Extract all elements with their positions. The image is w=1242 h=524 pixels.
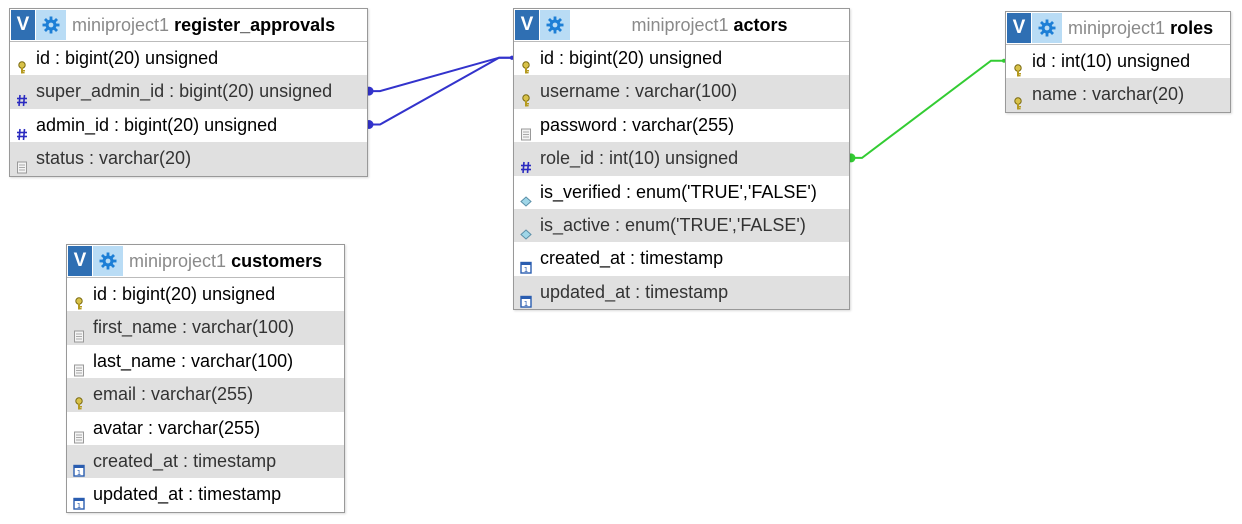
column-label: email : varchar(255) [93, 384, 254, 405]
table-title[interactable]: miniproject1 customers [129, 245, 338, 277]
column-row[interactable]: id : bigint(20) unsigned [67, 278, 344, 311]
primary-key-icon [16, 52, 28, 74]
column-label: id : bigint(20) unsigned [93, 284, 276, 304]
column-row[interactable]: name : varchar(20) [1006, 78, 1230, 112]
primary-key-icon [1012, 55, 1024, 77]
relation-link[interactable] [846, 58, 1007, 163]
relation-link[interactable] [364, 55, 515, 129]
toggle-columns-button[interactable]: V [1007, 13, 1031, 43]
column-row[interactable]: role_id : int(10) unsigned [514, 142, 849, 176]
column-label: last_name : varchar(100) [93, 350, 294, 371]
column-label: id : int(10) unsigned [1032, 51, 1191, 71]
column-label: password : varchar(255) [540, 114, 735, 135]
column-row[interactable]: email : varchar(255) [67, 378, 344, 412]
table-name: register_approvals [174, 15, 336, 35]
column-label: status : varchar(20) [36, 148, 192, 169]
toggle-columns-button[interactable]: V [11, 10, 35, 40]
table-header[interactable]: Vminiproject1 actors [514, 9, 849, 42]
primary-key-icon [520, 85, 532, 107]
column-row[interactable]: is_active : enum('TRUE','FALSE') [514, 208, 849, 243]
table-header[interactable]: Vminiproject1 customers [67, 245, 344, 278]
text-field-icon [73, 422, 85, 444]
table-name: customers [231, 251, 323, 271]
column-label: id : bigint(20) unsigned [540, 48, 723, 68]
relation-line [850, 59, 1005, 159]
column-label: first_name : varchar(100) [93, 317, 295, 338]
table-title[interactable]: miniproject1 roles [1068, 12, 1224, 44]
column-row[interactable]: 1 updated_at : timestamp [514, 275, 849, 310]
column-label: username : varchar(100) [540, 81, 738, 102]
column-label: is_active : enum('TRUE','FALSE') [540, 214, 806, 235]
column-row[interactable]: admin_id : bigint(20) unsigned [10, 109, 367, 142]
enum-icon [520, 219, 532, 240]
column-row[interactable]: first_name : varchar(100) [67, 311, 344, 345]
table-header[interactable]: Vminiproject1 roles [1006, 12, 1230, 45]
column-label: role_id : int(10) unsigned [540, 148, 739, 169]
column-label: super_admin_id : bigint(20) unsigned [36, 81, 333, 102]
toggle-columns-button[interactable]: V [68, 246, 92, 276]
database-name: miniproject1 [72, 15, 170, 35]
column-label: updated_at : timestamp [540, 281, 729, 302]
column-row[interactable]: id : bigint(20) unsigned [10, 42, 367, 75]
column-row[interactable]: super_admin_id : bigint(20) unsigned [10, 75, 367, 109]
column-row[interactable]: avatar : varchar(255) [67, 412, 344, 445]
database-name: miniproject1 [631, 15, 729, 35]
gear-icon[interactable] [1032, 13, 1062, 43]
text-field-icon [73, 355, 85, 377]
gear-icon[interactable] [93, 246, 123, 276]
svg-text:1: 1 [77, 469, 81, 477]
column-label: id : bigint(20) unsigned [36, 48, 219, 68]
table-name: roles [1170, 18, 1214, 38]
primary-key-icon [1012, 88, 1024, 110]
text-field-icon [520, 119, 532, 141]
primary-key-icon [73, 288, 85, 310]
gear-icon[interactable] [540, 10, 570, 40]
table-title[interactable]: miniproject1 actors [570, 9, 849, 41]
svg-text:1: 1 [77, 502, 81, 510]
table-register-approvals[interactable]: Vminiproject1 register_approvalsid : big… [9, 8, 368, 177]
column-row[interactable]: status : varchar(20) [10, 142, 367, 176]
column-label: avatar : varchar(255) [93, 417, 261, 438]
relation-line [368, 56, 513, 126]
hash-icon [520, 152, 532, 174]
calendar-icon: 1 [73, 488, 85, 510]
table-title[interactable]: miniproject1 register_approvals [72, 9, 361, 41]
table-roles[interactable]: Vminiproject1 roles id : int(10) unsigned… [1005, 11, 1231, 113]
hash-icon [16, 119, 28, 140]
column-label: created_at : timestamp [540, 248, 724, 269]
column-row[interactable]: 1 updated_at : timestamp [67, 478, 344, 511]
column-label: admin_id : bigint(20) unsigned [36, 114, 278, 135]
text-field-icon [16, 152, 28, 174]
column-row[interactable]: password : varchar(255) [514, 109, 849, 142]
toggle-columns-button[interactable]: V [515, 10, 539, 40]
database-name: miniproject1 [1068, 18, 1166, 38]
svg-text:1: 1 [524, 300, 528, 308]
column-row[interactable]: username : varchar(100) [514, 75, 849, 109]
calendar-icon: 1 [520, 252, 532, 274]
column-label: name : varchar(20) [1032, 84, 1185, 105]
hash-icon [16, 85, 28, 107]
database-name: miniproject1 [129, 251, 227, 271]
text-field-icon [73, 321, 85, 343]
gear-icon[interactable] [36, 10, 66, 40]
table-actors[interactable]: Vminiproject1 actors id : bigint(20) unsi… [513, 8, 850, 311]
table-header[interactable]: Vminiproject1 register_approvals [10, 9, 367, 42]
svg-text:1: 1 [524, 266, 528, 274]
table-name: actors [733, 15, 788, 35]
column-row[interactable]: id : bigint(20) unsigned [514, 42, 849, 75]
enum-icon [520, 186, 532, 207]
primary-key-icon [73, 388, 85, 410]
calendar-icon: 1 [520, 286, 532, 308]
column-label: updated_at : timestamp [93, 484, 282, 505]
column-row[interactable]: 1 created_at : timestamp [514, 242, 849, 275]
column-row[interactable]: id : int(10) unsigned [1006, 45, 1230, 78]
column-label: created_at : timestamp [93, 450, 277, 471]
column-row[interactable]: is_verified : enum('TRUE','FALSE') [514, 176, 849, 209]
primary-key-icon [520, 52, 532, 74]
column-label: is_verified : enum('TRUE','FALSE') [540, 181, 817, 202]
column-row[interactable]: last_name : varchar(100) [67, 345, 344, 378]
column-row[interactable]: 1 created_at : timestamp [67, 444, 344, 479]
calendar-icon: 1 [73, 455, 85, 477]
table-customers[interactable]: Vminiproject1 customers id : bigint(20) u… [66, 244, 345, 513]
